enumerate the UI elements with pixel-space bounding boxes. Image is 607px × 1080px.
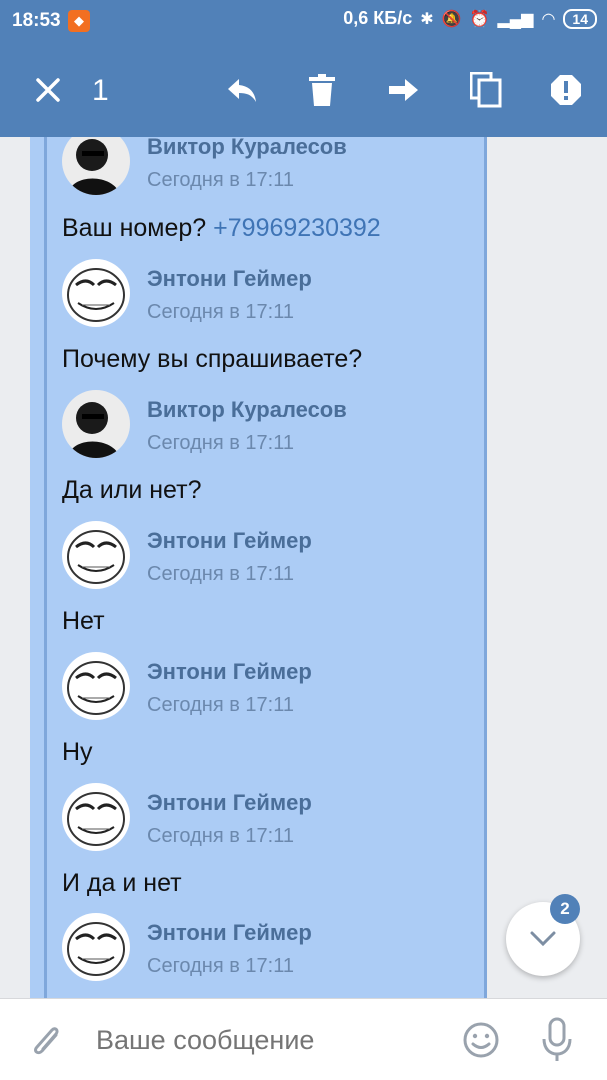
reply-icon [228,79,256,102]
smiley-icon [463,1022,499,1058]
avatar[interactable] [62,521,130,589]
message-text: Почему вы спрашиваете? [62,345,363,373]
avatar[interactable] [62,259,130,327]
avatar[interactable] [62,652,130,720]
message-time: Сегодня в 17:11 [147,825,294,847]
message-author[interactable]: Энтони Геймер [147,920,312,946]
message-author[interactable]: Энтони Геймер [147,790,312,816]
message-author[interactable]: Виктор Куралесов [147,397,347,423]
microphone-icon [542,1017,572,1061]
signal-icon: ▂▄▆ [497,10,534,28]
net-speed: 0,6 КБ/с [343,8,413,28]
avatar[interactable] [62,913,130,981]
attach-button[interactable] [28,1021,64,1066]
message-author[interactable]: Виктор Куралесов [147,137,347,160]
message-text: Нет [62,607,105,635]
message-text: Да или нет? [62,476,202,504]
selected-count: 1 [92,74,109,107]
message-time: Сегодня в 17:11 [147,955,294,977]
voice-message-button[interactable] [540,1017,574,1068]
message-time: Сегодня в 17:11 [147,563,294,585]
man-photo-avatar [62,390,130,458]
meme-face-avatar [62,652,130,720]
emoji-button[interactable] [462,1021,500,1064]
message-author[interactable]: Энтони Геймер [147,528,312,554]
bluetooth-icon: ✱ [420,10,434,28]
message-author[interactable]: Энтони Геймер [147,659,312,685]
copy-icon [470,72,502,108]
mute-icon: 🔕 [441,10,462,28]
copy-button[interactable] [462,64,510,116]
notification-app-icon: ◆ [68,10,90,32]
chevron-down-icon [530,931,556,947]
top-bar: 18:53 ◆ 0,6 КБ/с ✱ 🔕 ⏰ ▂▄▆ ◠ 14 1 [0,0,607,137]
avatar[interactable] [62,783,130,851]
report-button[interactable] [542,64,590,116]
close-icon [36,78,60,102]
close-selection-button[interactable] [24,64,72,116]
alert-icon [551,75,581,105]
reply-button[interactable] [218,64,266,116]
meme-face-avatar [62,783,130,851]
selection-edge [484,137,487,998]
battery-indicator: 14 [563,8,597,29]
message-text: Ваш номер? +79969230392 [62,214,381,242]
chat-area[interactable]: Виктор Куралесов Сегодня в 17:11 Ваш ном… [0,137,607,998]
message-text: И да и нет [62,869,182,897]
message-time: Сегодня в 17:11 [147,301,294,323]
paperclip-icon [34,1027,59,1055]
message-text: Ну [62,738,93,766]
message-time: Сегодня в 17:11 [147,432,294,454]
unread-badge: 2 [550,894,580,924]
phone-link[interactable]: +79969230392 [213,214,381,242]
status-right: 0,6 КБ/с ✱ 🔕 ⏰ ▂▄▆ ◠ 14 [343,8,597,29]
message-time: Сегодня в 17:11 [147,694,294,716]
avatar[interactable] [62,390,130,458]
meme-face-avatar [62,521,130,589]
status-time: 18:53 [12,10,61,31]
selection-action-bar: 1 [0,52,607,130]
status-bar: 18:53 ◆ 0,6 КБ/с ✱ 🔕 ⏰ ▂▄▆ ◠ 14 [0,0,607,44]
forward-arrow-icon [389,79,418,101]
message-composer [0,998,607,1080]
message-time: Сегодня в 17:11 [147,169,294,191]
alarm-icon: ⏰ [469,10,490,28]
trash-icon [309,74,335,106]
forwarded-quote-bar [44,137,47,998]
forward-button[interactable] [380,64,428,116]
delete-button[interactable] [298,64,346,116]
meme-face-avatar [62,259,130,327]
meme-face-avatar [62,913,130,981]
wifi-icon: ◠ [541,10,556,28]
message-author[interactable]: Энтони Геймер [147,266,312,292]
message-input[interactable] [96,1025,436,1056]
